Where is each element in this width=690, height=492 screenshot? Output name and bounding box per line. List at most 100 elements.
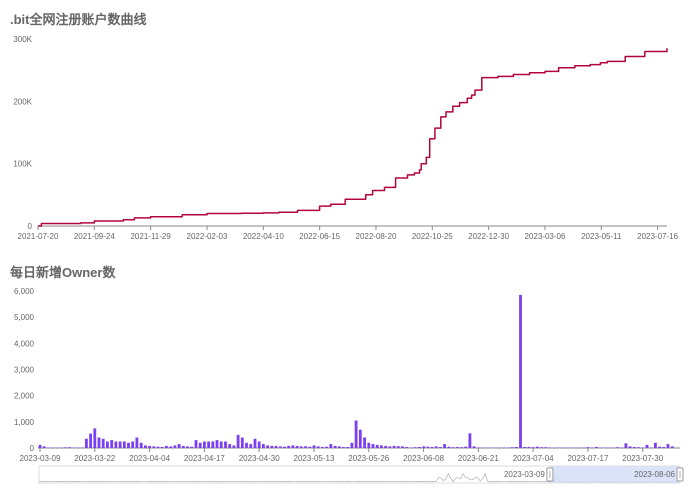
daily-new-owners-bar [468,433,472,448]
daily-new-owners-bar [628,446,632,448]
bar-chart-y-tick-label: 2,000 [14,392,35,401]
daily-new-owners-bar [42,446,46,448]
daily-new-owners-bar [47,447,50,448]
daily-new-owners-bar [93,428,97,448]
daily-new-owners-bar [641,447,645,448]
daily-new-owners-bar [127,442,130,448]
daily-new-owners-bar [658,446,661,448]
daily-new-owners-bar [506,447,510,448]
daily-new-owners-bar [358,429,362,448]
daily-new-owners-bar [396,446,400,448]
daily-new-owners-bar [262,444,265,448]
daily-new-owners-bar [384,445,387,448]
daily-new-owners-bar [110,440,114,448]
line-chart-x-tick-label: 2022-10-25 [412,232,453,241]
daily-new-owners-bar [278,446,282,448]
daily-new-owners-bar [325,446,328,448]
zoom-end-label: 2023-08-06 [634,470,675,479]
daily-new-owners-bar [207,441,210,448]
daily-new-owners-bar [177,444,181,448]
registered-accounts-line [38,48,668,227]
daily-new-owners-bar [645,444,649,448]
line-chart-x-tick-label: 2022-06-15 [299,232,340,241]
daily-new-owners-bar [637,447,640,448]
line-chart-x-tick-label: 2021-09-24 [74,232,115,241]
daily-new-owners-bar [447,446,451,448]
daily-new-owners-bar [548,447,552,448]
bar-chart-x-tick-label: 2023-04-04 [129,454,170,463]
daily-new-owners-bar [561,447,565,449]
daily-new-owners-bar [557,447,560,448]
daily-new-owners-bar [135,437,139,448]
daily-new-owners-bar [215,440,219,448]
daily-new-owners-bar [51,447,54,449]
bar-chart-x-tick-label: 2023-04-17 [184,454,225,463]
daily-new-owners-bar [312,445,316,448]
daily-new-owners-bar [139,442,143,448]
daily-new-owners-bar [586,447,590,448]
daily-new-owners-bar [514,447,518,448]
daily-new-owners-bar [430,447,434,448]
bar-chart-x-tick-label: 2023-06-21 [458,454,499,463]
daily-new-owners-bar [55,447,59,449]
daily-new-owners-bar [607,447,611,449]
daily-new-owners-bar [190,446,194,448]
daily-new-owners-bar [321,447,324,448]
daily-new-owners-bar [405,447,409,448]
daily-new-owners-bar [578,447,581,449]
bar-chart-x-tick-label: 2023-05-13 [294,454,335,463]
daily-new-owners-bar [481,447,484,449]
daily-new-owners-bar [203,441,206,448]
line-chart-x-tick-label: 2022-12-30 [468,232,509,241]
daily-new-owners-bar [489,447,493,448]
daily-new-owners-bar [443,444,446,448]
daily-new-owners-bar [455,447,459,448]
daily-new-owners-bar [257,441,261,448]
daily-new-owners-bar [540,447,543,448]
daily-new-owners-bar [413,447,417,448]
daily-new-owners-bar [426,446,430,448]
daily-new-owners-bar [485,447,489,449]
daily-new-owners-bar [38,444,42,448]
daily-new-owners-bar [472,446,476,448]
daily-new-owners-bar [616,447,619,448]
daily-new-owners-bar [287,445,291,448]
bar-chart-x-tick-label: 2023-03-22 [74,454,115,463]
bar-chart-y-tick-label: 3,000 [14,366,35,375]
daily-new-owners-bar [152,446,156,448]
zoom-start-label: 2023-03-09 [504,470,545,479]
daily-new-owners-bar [380,445,383,448]
daily-new-owners-bar [536,446,539,448]
daily-new-owners-bar [502,447,506,449]
daily-new-owners-bar [122,441,126,448]
daily-new-owners-bar [219,441,223,448]
daily-new-owners-bar [299,446,303,448]
daily-new-owners-bar [388,446,392,448]
daily-new-owners-bar [283,446,286,448]
daily-new-owners-bar [363,437,366,448]
daily-new-owners-bar [76,447,80,449]
daily-new-owners-bar [97,437,101,448]
daily-new-owners-bar [186,446,189,448]
line-chart-x-tick-label: 2021-07-20 [18,232,59,241]
daily-new-owners-bar [595,447,598,448]
daily-new-owners-bar [198,442,202,448]
daily-new-owners-bar [582,447,586,448]
daily-new-owners-bar [144,445,147,448]
line-chart-y-tick-label: 300K [13,35,32,44]
daily-new-owners-bar [114,441,118,448]
daily-new-owners-bar [439,447,442,448]
daily-new-owners-bar [169,446,173,448]
daily-new-owners-bar [632,447,636,448]
daily-new-owners-bar [624,443,628,448]
daily-new-owners-bar [181,445,185,448]
daily-new-owners-bar [350,442,354,448]
bar-chart-x-tick-label: 2023-07-30 [622,454,663,463]
daily-new-owners-bar [333,445,337,448]
daily-new-owners-bar [451,447,455,448]
bar-chart-x-tick-label: 2023-07-04 [513,454,554,463]
daily-new-owners-bar [148,445,151,448]
daily-new-owners-bar [367,442,371,448]
line-chart-y-tick-label: 0 [28,222,33,231]
daily-new-owners-bar [337,446,341,448]
